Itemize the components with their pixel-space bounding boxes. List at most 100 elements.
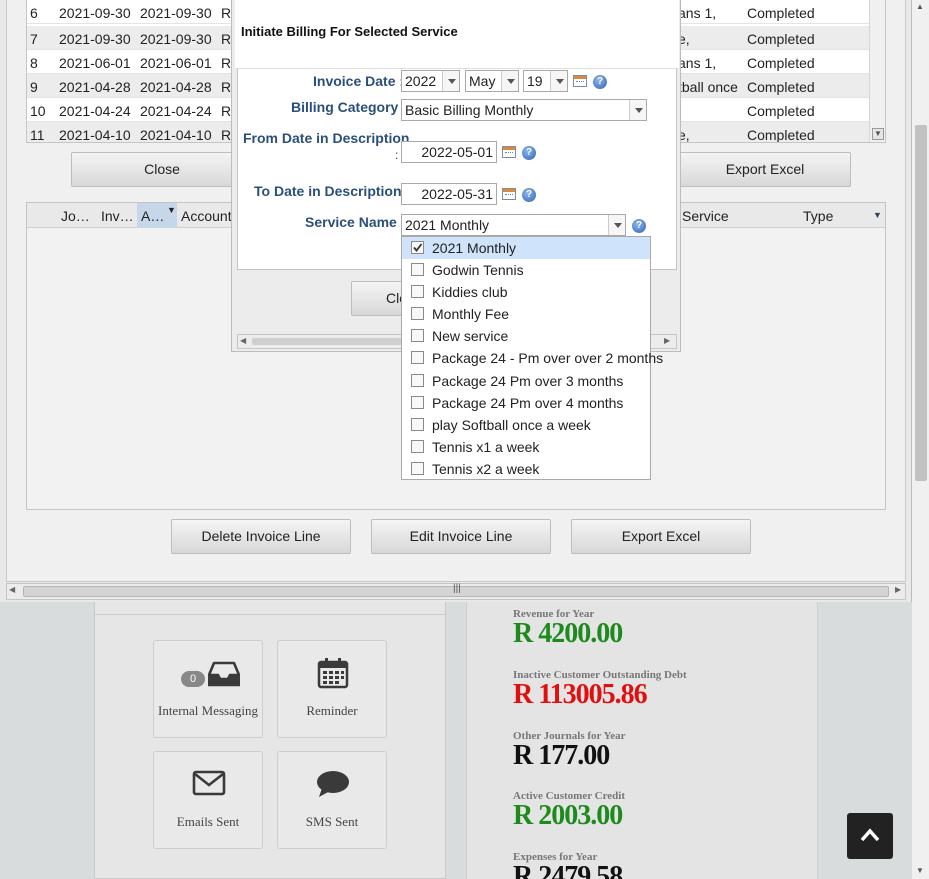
row-description: ans 1, xyxy=(678,55,717,71)
inbox-icon xyxy=(208,661,240,687)
sort-desc-icon: ▼ xyxy=(167,205,176,215)
calendar-icon[interactable] xyxy=(502,146,516,158)
arrow-up-icon xyxy=(860,828,880,842)
row-date: 2021-04-24 xyxy=(140,103,212,119)
column-menu-icon[interactable]: ▼ xyxy=(873,210,882,220)
service-option[interactable]: New service xyxy=(402,325,650,347)
scroll-right-icon[interactable]: ▶ xyxy=(664,336,670,345)
row-cell: R xyxy=(221,55,232,71)
row-date: 2021-04-28 xyxy=(59,79,131,95)
statistics-panel: Revenue for Year R 4200.00 Inactive Cust… xyxy=(466,602,818,879)
calendar-icon[interactable] xyxy=(573,75,587,87)
stat-value: R 2003.00 xyxy=(513,800,623,831)
service-option[interactable]: Tennis x1 a week xyxy=(402,436,650,458)
option-label: Package 24 Pm over 3 months xyxy=(432,373,624,389)
service-name-label: Service Name : xyxy=(305,214,406,230)
row-number: 7 xyxy=(30,31,38,47)
column-header-amount[interactable]: A… xyxy=(141,208,164,224)
selected-day: 19 xyxy=(527,73,543,89)
message-count-badge: 0 xyxy=(181,671,205,687)
checkbox[interactable] xyxy=(411,351,424,364)
reminder-tile[interactable]: Reminder xyxy=(277,640,387,738)
row-date: 2021-06-01 xyxy=(140,55,212,71)
row-status: Completed xyxy=(747,31,815,47)
checkbox[interactable] xyxy=(411,329,424,342)
checkbox[interactable] xyxy=(411,285,424,298)
checkbox[interactable] xyxy=(411,462,424,475)
option-label: Package 24 Pm over 4 months xyxy=(432,395,624,411)
delete-invoice-line-button[interactable]: Delete Invoice Line xyxy=(171,519,351,554)
scroll-left-icon[interactable]: ◀ xyxy=(9,585,15,594)
to-date-input[interactable]: 2022-05-31 xyxy=(401,183,497,205)
billing-category-select[interactable]: Basic Billing Monthly xyxy=(401,99,647,121)
service-option[interactable]: Package 24 Pm over 4 months xyxy=(402,392,650,414)
to-date-label: To Date in Description : xyxy=(254,183,411,199)
scroll-to-top-button[interactable] xyxy=(847,813,893,859)
service-option[interactable]: 2021 Monthly xyxy=(402,237,650,259)
help-icon[interactable]: ? xyxy=(632,219,646,233)
sms-sent-tile[interactable]: SMS Sent xyxy=(277,751,387,849)
option-label: Kiddies club xyxy=(432,284,508,300)
checkbox[interactable] xyxy=(411,418,424,431)
checkbox[interactable] xyxy=(411,440,424,453)
scroll-right-icon[interactable]: ▶ xyxy=(895,585,901,594)
checkbox-checked[interactable] xyxy=(411,241,424,254)
close-button[interactable]: Close xyxy=(71,152,253,187)
option-label: Package 24 - Pm over over 2 months xyxy=(432,350,664,366)
internal-messaging-tile[interactable]: 0 Internal Messaging xyxy=(153,640,263,738)
scroll-left-icon[interactable]: ◀ xyxy=(240,336,246,345)
stat-value: R 2479.58 xyxy=(513,861,623,879)
row-date: 2021-09-30 xyxy=(59,5,131,21)
column-header-jo[interactable]: Jo… xyxy=(61,208,90,224)
export-excel-button[interactable]: Export Excel xyxy=(571,519,751,554)
stat-value: R 113005.86 xyxy=(513,679,648,710)
scroll-up-icon[interactable]: ▲ xyxy=(916,2,924,11)
invoice-day-select[interactable]: 19 xyxy=(523,70,568,92)
checkbox[interactable] xyxy=(411,307,424,320)
scrollbar-thumb[interactable] xyxy=(252,338,410,345)
page-vertical-scrollbar[interactable]: ▲ ▼ xyxy=(912,0,929,879)
scrollbar-thumb[interactable] xyxy=(915,125,927,481)
help-icon[interactable]: ? xyxy=(522,188,536,202)
invoice-date-label: Invoice Date : xyxy=(313,73,405,89)
column-header-service[interactable]: Service xyxy=(682,208,729,224)
dialog-header: Initiate Billing For Selected Service xyxy=(235,0,679,68)
checkbox[interactable] xyxy=(411,374,424,387)
row-date: 2021-04-24 xyxy=(59,103,131,119)
calendar-icon[interactable] xyxy=(502,188,516,200)
column-header-account[interactable]: Account xyxy=(181,208,232,224)
row-date: 2021-04-10 xyxy=(140,127,212,143)
tile-label: Emails Sent xyxy=(176,814,240,829)
from-date-input[interactable]: 2022-05-01 xyxy=(401,141,497,163)
column-header-inv[interactable]: Inv… xyxy=(101,208,134,224)
chevron-down-icon xyxy=(550,71,567,91)
service-option[interactable]: Monthly Fee xyxy=(402,303,650,325)
option-label: Tennis x2 a week xyxy=(432,461,540,477)
stat-value: R 177.00 xyxy=(513,740,610,771)
service-name-select[interactable]: 2021 Monthly xyxy=(401,214,626,236)
service-option[interactable]: Package 24 - Pm over over 2 months xyxy=(402,347,663,369)
help-icon[interactable]: ? xyxy=(593,75,607,89)
invoice-month-select[interactable]: May xyxy=(465,70,519,92)
export-excel-button[interactable]: Export Excel xyxy=(679,152,851,187)
emails-sent-tile[interactable]: Emails Sent xyxy=(153,751,263,849)
help-icon[interactable]: ? xyxy=(522,146,536,160)
table-vertical-scrollbar[interactable]: ▼ xyxy=(869,0,885,142)
checkbox[interactable] xyxy=(411,396,424,409)
row-date: 2021-04-28 xyxy=(140,79,212,95)
service-option[interactable]: Kiddies club xyxy=(402,281,650,303)
horizontal-scrollbar[interactable]: ◀ ||| ▶ xyxy=(6,583,906,600)
row-status: Completed xyxy=(747,103,815,119)
service-option[interactable]: play Softball once a week xyxy=(402,414,650,436)
column-header-type[interactable]: Type xyxy=(803,208,833,224)
service-option[interactable]: Godwin Tennis xyxy=(402,259,650,281)
service-option[interactable]: Tennis x2 a week xyxy=(402,458,650,480)
scroll-down-icon[interactable]: ▼ xyxy=(872,128,884,140)
invoice-year-select[interactable]: 2022 xyxy=(401,70,460,92)
stat-value: R 4200.00 xyxy=(513,618,623,649)
service-options-list: 2021 Monthly Godwin Tennis Kiddies club … xyxy=(401,236,663,480)
scroll-down-icon[interactable]: ▼ xyxy=(916,866,924,875)
service-option[interactable]: Package 24 Pm over 3 months xyxy=(402,370,650,392)
checkbox[interactable] xyxy=(411,263,424,276)
edit-invoice-line-button[interactable]: Edit Invoice Line xyxy=(371,519,551,554)
